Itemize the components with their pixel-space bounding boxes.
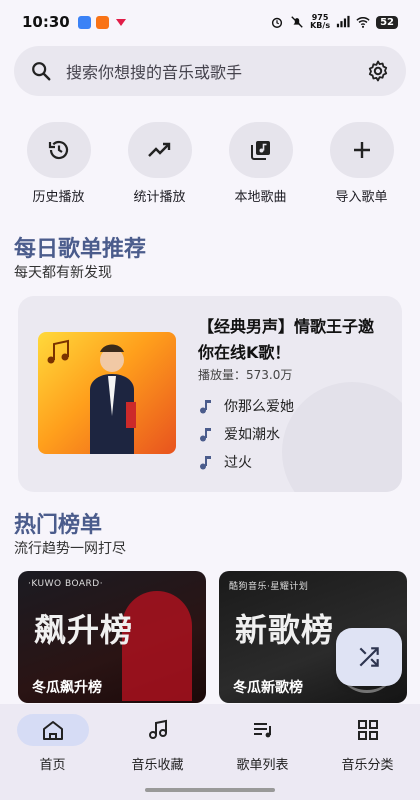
nav-icon-container[interactable] xyxy=(332,714,404,746)
song-item[interactable]: 过火 xyxy=(198,448,294,476)
battery-indicator: 52 xyxy=(376,15,398,29)
chart-card-soaring[interactable]: ·KUWO BOARD· 飙升榜 冬瓜飙升榜 xyxy=(18,571,206,703)
chart-name: 冬瓜飙升榜 xyxy=(32,680,102,696)
music-note-icon xyxy=(200,400,211,414)
nav-label: 歌单列表 xyxy=(236,758,289,773)
singer-figure xyxy=(90,344,136,454)
status-time: 10:30 xyxy=(22,13,70,31)
music-collection-icon xyxy=(148,719,167,739)
wifi-icon xyxy=(356,17,370,28)
quick-action-stats[interactable]: 统计播放 xyxy=(115,122,205,205)
quick-action-label: 本地歌曲 xyxy=(234,190,287,205)
bottom-navigation: 首页 音乐收藏 歌单列表 音乐分类 xyxy=(0,704,420,800)
music-note-icon xyxy=(200,428,211,442)
quick-action-label: 统计播放 xyxy=(133,190,186,205)
playlist-title: 【经典男声】情歌王子邀你在线K歌！ xyxy=(198,317,375,362)
quick-action-button[interactable] xyxy=(228,122,293,178)
gesture-home-bar[interactable] xyxy=(145,788,275,792)
nav-item-home[interactable]: 首页 xyxy=(3,714,103,800)
playlist-song-list: 你那么爱她 爱如潮水 过火 xyxy=(198,392,294,476)
song-title: 你那么爱她 xyxy=(224,399,294,415)
chart-brand: ·KUWO BOARD· xyxy=(28,579,104,589)
plus-icon xyxy=(353,142,370,158)
daily-section-title: 每日歌单推荐 xyxy=(14,237,147,262)
nav-label: 音乐收藏 xyxy=(131,758,184,773)
settings-gear-icon[interactable] xyxy=(366,59,390,83)
quick-action-import[interactable]: 导入歌单 xyxy=(317,122,407,205)
card-decoration xyxy=(282,382,402,492)
quick-action-history[interactable]: 历史播放 xyxy=(14,122,104,205)
quick-action-button[interactable] xyxy=(329,122,394,178)
playlist-play-count: 播放量：573.0万 xyxy=(198,368,293,382)
home-icon xyxy=(42,721,63,740)
quick-action-button[interactable] xyxy=(26,122,91,178)
shuffle-icon xyxy=(359,647,379,667)
hot-section-title: 热门榜单 xyxy=(14,513,103,538)
search-bar[interactable]: 搜索你想搜的音乐或歌手 xyxy=(14,46,406,96)
nav-active-indicator[interactable] xyxy=(16,714,89,746)
history-icon xyxy=(48,140,68,160)
notification-app-icon xyxy=(77,15,91,29)
quick-action-label: 导入歌单 xyxy=(335,190,388,205)
quick-action-local[interactable]: 本地歌曲 xyxy=(216,122,306,205)
daily-section-subtitle: 每天都有新发现 xyxy=(14,265,112,281)
song-item[interactable]: 你那么爱她 xyxy=(198,392,294,420)
daily-playlist-card[interactable]: 【经典男声】情歌王子邀你在线K歌！ 播放量：573.0万 你那么爱她 爱如潮水 … xyxy=(18,296,402,492)
notification-app-icon xyxy=(95,15,109,29)
quick-action-button[interactable] xyxy=(127,122,192,178)
quick-action-label: 历史播放 xyxy=(32,190,85,205)
music-note-decoration-icon xyxy=(47,339,69,364)
mute-icon xyxy=(291,16,303,28)
status-bar: 10:30 975 KB/s 52 xyxy=(0,0,420,44)
nav-label: 音乐分类 xyxy=(341,758,394,773)
signal-icon xyxy=(336,15,350,28)
nav-icon-container[interactable] xyxy=(227,714,299,746)
shuffle-fab-button[interactable] xyxy=(336,628,402,686)
notification-arrow-icon xyxy=(115,18,126,26)
hot-section-subtitle: 流行趋势一网打尽 xyxy=(14,541,126,557)
nav-icon-container[interactable] xyxy=(122,714,194,746)
quick-actions: 历史播放 统计播放 本地歌曲 导入歌单 xyxy=(0,122,420,205)
trending-icon xyxy=(147,142,170,157)
nav-item-categories[interactable]: 音乐分类 xyxy=(318,714,418,800)
search-icon xyxy=(32,62,51,81)
song-title: 爱如潮水 xyxy=(224,427,280,443)
category-icon xyxy=(357,720,378,740)
chart-cover-title: 新歌榜 xyxy=(235,611,335,649)
search-placeholder[interactable]: 搜索你想搜的音乐或歌手 xyxy=(66,59,366,83)
alarm-icon xyxy=(272,17,283,28)
network-speed: 975 KB/s xyxy=(310,13,331,30)
chart-name: 冬瓜新歌榜 xyxy=(233,680,303,696)
nav-label: 首页 xyxy=(39,758,66,773)
playlist-cover-image[interactable] xyxy=(38,332,176,454)
playlist-icon xyxy=(253,723,271,738)
chart-cover-title: 飙升榜 xyxy=(34,611,134,649)
chart-brand: 酷狗音乐·星耀计划 xyxy=(229,582,309,592)
library-music-icon xyxy=(250,141,270,160)
music-note-icon xyxy=(200,456,211,470)
song-title: 过火 xyxy=(224,455,252,471)
song-item[interactable]: 爱如潮水 xyxy=(198,420,294,448)
